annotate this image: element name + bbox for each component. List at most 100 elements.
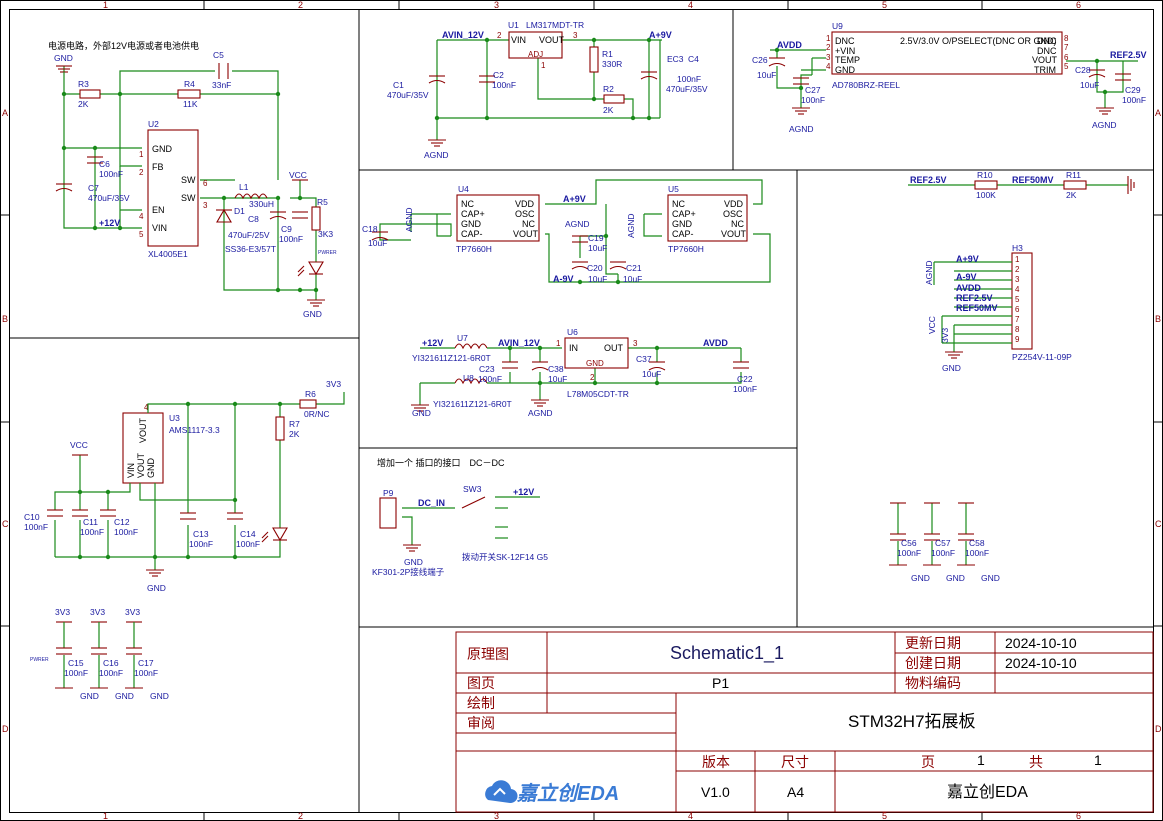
c5-ref: C5 <box>213 50 224 60</box>
u9-pinno-8: 8 <box>1064 34 1069 43</box>
agnd-symbol <box>1127 176 1135 194</box>
h3-value: PZ254V-11-09P <box>1012 352 1072 362</box>
c26-ref: C26 <box>752 55 768 65</box>
h3-pin-5: 5 <box>1015 295 1020 304</box>
c20-ref: C20 <box>587 263 603 273</box>
u5-ref: U5 <box>668 184 679 194</box>
c14-ref: C14 <box>240 529 256 539</box>
u4-value: TP7660H <box>456 244 492 254</box>
u5-pin-osc: OSC <box>723 209 743 219</box>
agnd-symbol <box>428 139 446 147</box>
u5-value: TP7660H <box>668 244 704 254</box>
c29-value: 100nF <box>1122 95 1146 105</box>
c13-ref: C13 <box>193 529 209 539</box>
u9-pinno-2: 2 <box>826 43 831 52</box>
c7-value: 470uF/35V <box>88 193 130 203</box>
r6-ref: R6 <box>305 389 316 399</box>
c9-value: 100nF <box>279 234 303 244</box>
c19-value: 10uF <box>588 243 607 253</box>
c5-capacitor <box>218 63 229 79</box>
h3-gnd-label: GND <box>942 363 961 373</box>
h3-sig-agnd: AGND <box>924 260 934 285</box>
r10-value: 100K <box>976 190 996 200</box>
material-label: 物料编码 <box>905 675 961 691</box>
u2-pin-vin: VIN <box>152 223 167 233</box>
h3-pin-9: 9 <box>1015 335 1020 344</box>
c8-ref: C8 <box>248 214 259 224</box>
dcdc-section: 增加一个 插口的接口 DC－DC P9 KF301-2P接线端子 DC_IN S… <box>372 457 548 577</box>
r3-resistor <box>79 89 101 99</box>
page-no-label: 页 <box>921 754 935 770</box>
u5-pin-vout: VOUT <box>721 229 747 239</box>
h3-sig-avdd: AVDD <box>956 283 981 293</box>
u6-pin-in: IN <box>569 343 578 353</box>
r7-resistor <box>275 416 285 441</box>
c38-ref: C38 <box>548 364 564 374</box>
u1-pinno-2: 2 <box>497 31 502 40</box>
u9-pinno-3: 3 <box>826 53 831 62</box>
r6-resistor <box>299 399 317 409</box>
v12-net: +12V <box>422 338 443 348</box>
draw-label: 绘制 <box>467 695 495 711</box>
c9-capacitor <box>292 211 308 219</box>
c18-value: 10uF <box>368 238 387 248</box>
u9-pinno-5: 5 <box>1064 62 1069 71</box>
h3-pin-8: 8 <box>1015 325 1020 334</box>
agnd-label-left: AGND <box>789 124 814 134</box>
c8-value: 470uF/25V <box>228 230 270 240</box>
u2-pin-fb: FB <box>152 162 164 172</box>
ref50-net: REF50MV <box>1012 175 1054 185</box>
gnd-label-3: GND <box>150 691 169 701</box>
c6-value: 100nF <box>99 169 123 179</box>
c4-value: 100nF <box>677 74 701 84</box>
h3-pin-3: 3 <box>1015 275 1020 284</box>
total-label: 共 <box>1029 754 1043 770</box>
avdd-net: AVDD <box>777 40 802 50</box>
u4-pin-capm: CAP- <box>461 229 483 239</box>
u9-pinno-4: 4 <box>826 62 831 71</box>
review-label: 审阅 <box>467 715 495 731</box>
r10-ref: R10 <box>977 170 993 180</box>
p9-connector <box>379 497 397 529</box>
h3-pin-6: 6 <box>1015 305 1020 314</box>
c56-ref: C56 <box>901 538 917 548</box>
c21-ref: C21 <box>626 263 642 273</box>
col-marker-6: 6 <box>1076 0 1081 10</box>
r4-resistor <box>177 89 201 99</box>
u6-ref: U6 <box>567 327 578 337</box>
u6-pin-gnd: GND <box>586 359 604 368</box>
version-value: V1.0 <box>701 784 730 800</box>
header-section: H3 PZ254V-11-09P AGND A+9V A-9V AVDD REF… <box>924 243 1072 373</box>
vcc-label: VCC <box>289 170 307 180</box>
u3-pin-vout2: VOUT <box>136 452 146 478</box>
c56-value: 100nF <box>897 548 921 558</box>
r4-ref: R4 <box>184 79 195 89</box>
gnd-label: GND <box>54 53 73 63</box>
gnd-label-3: GND <box>981 573 1000 583</box>
c6-ref: C6 <box>99 159 110 169</box>
c18-ref: C18 <box>362 224 378 234</box>
h3-sig-a9: A+9V <box>956 254 979 264</box>
c17-capacitor <box>126 647 142 655</box>
col-marker-2: 2 <box>298 0 303 10</box>
u2-pin-en: EN <box>152 205 165 215</box>
agnd-label: AGND <box>424 150 449 160</box>
c37-value: 10uF <box>642 369 661 379</box>
c11-ref: C11 <box>83 517 98 527</box>
agnd-label-right: AGND <box>1092 120 1117 130</box>
v33-label-2: 3V3 <box>90 607 105 617</box>
r11-ref: R11 <box>1066 170 1081 180</box>
ams-section: U3 AMS1117-3.3 VOUT VIN VOUT GND 4 3V3 R… <box>24 379 345 593</box>
u2-pinno-1: 1 <box>139 150 144 159</box>
c14-value: 100nF <box>236 539 260 549</box>
u1-ref: U1 <box>508 20 519 30</box>
u6-value: L78M05CDT-TR <box>567 389 629 399</box>
u5-pin-capp: CAP+ <box>672 209 696 219</box>
gnd-label-2: GND <box>115 691 134 701</box>
ref25-net: REF2.5V <box>910 175 947 185</box>
gnd-label: GND <box>147 583 166 593</box>
c10-capacitor <box>47 509 63 517</box>
gnd-symbol <box>56 65 72 73</box>
avin-net: AVIN_12V <box>498 338 540 348</box>
row-marker-c-right: C <box>1155 519 1162 529</box>
